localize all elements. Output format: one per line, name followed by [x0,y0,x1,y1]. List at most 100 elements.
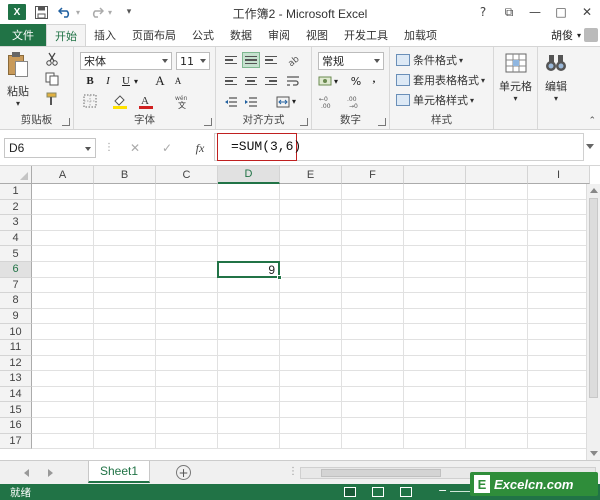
decrease-decimal-icon[interactable]: .00 →0 [346,94,368,110]
borders-icon[interactable] [82,93,98,109]
increase-decimal-icon[interactable]: ←0.00 [318,94,340,110]
format-painter-icon[interactable] [44,91,60,107]
clipboard-launcher-icon[interactable] [62,118,70,126]
copy-icon[interactable] [44,71,60,87]
bold-button[interactable]: B [82,73,98,89]
maximize-button[interactable]: □ [548,0,574,24]
hscroll-thumb[interactable] [321,469,441,477]
tab-home[interactable]: 开始 [46,24,86,46]
currency-icon[interactable] [318,73,334,89]
row-header[interactable]: 16 [0,418,32,434]
conditional-formatting-button[interactable]: 条件格式 ▾ [396,51,463,69]
decrease-font-button[interactable]: A [170,73,186,89]
underline-button[interactable]: U [118,73,134,89]
page-layout-view-icon[interactable] [372,487,384,497]
tab-page-layout[interactable]: 页面布局 [124,24,184,46]
vertical-scrollbar[interactable] [586,184,600,460]
column-header[interactable]: D [218,166,280,184]
font-color-icon[interactable]: A [138,93,154,109]
bottom-align-icon[interactable] [262,52,280,68]
column-header[interactable]: I [528,166,590,184]
page-break-view-icon[interactable] [400,487,412,497]
ribbon-display-options-button[interactable]: ⧉ [496,0,522,24]
increase-font-button[interactable]: A [152,73,168,89]
currency-dropdown-icon[interactable]: ▾ [334,77,338,86]
next-sheet-icon[interactable] [48,469,53,477]
row-header[interactable]: 5 [0,246,32,262]
row-header[interactable]: 11 [0,340,32,356]
row-header[interactable]: 7 [0,277,32,294]
avatar[interactable] [584,28,598,42]
prev-sheet-icon[interactable] [24,469,29,477]
column-header[interactable]: B [94,166,156,184]
font-launcher-icon[interactable] [204,118,212,126]
format-as-table-button[interactable]: 套用表格格式 ▾ [396,71,485,89]
tab-view[interactable]: 视图 [298,24,336,46]
row-header[interactable]: 1 [0,184,32,200]
align-center-icon[interactable] [242,73,260,89]
fill-color-icon[interactable] [112,93,128,109]
increase-indent-icon[interactable] [242,94,260,110]
cancel-formula-button[interactable]: ✕ [128,140,142,156]
tab-developer[interactable]: 开发工具 [336,24,396,46]
row-header[interactable]: 3 [0,215,32,231]
font-size-combo[interactable]: 11 [176,52,210,70]
save-icon[interactable] [32,3,50,21]
column-header[interactable]: F [342,166,404,184]
tab-splitter-icon[interactable]: ⋮ [288,466,298,477]
cut-icon[interactable] [44,51,60,67]
worksheet-grid[interactable]: ABCDEFI 1 2 3 4 5 6 7 8 9 10 11 12 13 14 15 16 17 9 [0,166,600,460]
align-left-icon[interactable] [222,73,240,89]
customize-toolbar-icon[interactable]: ▾ [120,3,138,21]
dropdown-arrow-icon[interactable]: ▾ [106,3,114,21]
zoom-out-button[interactable]: − [438,484,447,497]
insert-function-button[interactable]: fx [191,140,209,156]
tab-review[interactable]: 审阅 [260,24,298,46]
top-align-icon[interactable] [222,52,240,68]
tab-data[interactable]: 数据 [222,24,260,46]
tab-formulas[interactable]: 公式 [184,24,222,46]
merge-center-icon[interactable] [274,94,292,110]
user-menu-arrow-icon[interactable]: ▾ [577,31,581,40]
font-name-combo[interactable]: 宋体 [80,52,172,70]
editing-button[interactable]: 编辑 ▾ [544,51,568,103]
scroll-up-icon[interactable] [590,188,598,193]
row-header[interactable]: 10 [0,324,32,340]
row-header[interactable]: 17 [0,433,32,450]
merge-dropdown-icon[interactable]: ▾ [292,97,296,106]
row-header[interactable]: 15 [0,402,32,418]
redo-icon[interactable] [88,3,106,21]
row-header[interactable]: 13 [0,371,32,387]
row-header[interactable]: 4 [0,230,32,247]
column-header[interactable] [466,166,528,184]
sheet-tab-sheet1[interactable]: Sheet1 [88,461,150,483]
column-header[interactable]: A [32,166,94,184]
underline-dropdown-icon[interactable]: ▾ [134,77,138,86]
column-header[interactable]: C [156,166,218,184]
row-header[interactable]: 8 [0,293,32,309]
select-all-button[interactable] [0,166,32,184]
column-header[interactable] [404,166,466,184]
user-name[interactable]: 胡俊 [551,27,573,43]
name-box[interactable]: D6 [4,138,96,158]
enter-formula-button[interactable]: ✓ [160,140,174,156]
phonetic-icon[interactable]: wén 文 [174,93,190,109]
dropdown-arrow-icon[interactable]: ▾ [74,3,82,21]
row-header[interactable]: 9 [0,308,32,325]
normal-view-icon[interactable] [344,487,356,497]
fill-handle[interactable] [277,274,282,280]
alignment-launcher-icon[interactable] [300,118,308,126]
collapse-ribbon-icon[interactable]: ⌃ [588,116,596,126]
column-header[interactable]: E [280,166,342,184]
expand-formula-bar-icon[interactable] [586,144,594,149]
comma-button[interactable]: , [366,71,382,87]
tab-add-ins[interactable]: 加载项 [396,24,445,46]
percent-button[interactable]: % [348,73,364,89]
help-button[interactable]: ? [470,0,496,24]
add-sheet-icon[interactable]: + [176,465,191,480]
scroll-thumb[interactable] [589,198,598,398]
orientation-icon[interactable]: ab [284,52,302,68]
scroll-down-icon[interactable] [590,451,598,456]
italic-button[interactable]: I [100,73,116,89]
row-header[interactable]: 2 [0,199,32,216]
